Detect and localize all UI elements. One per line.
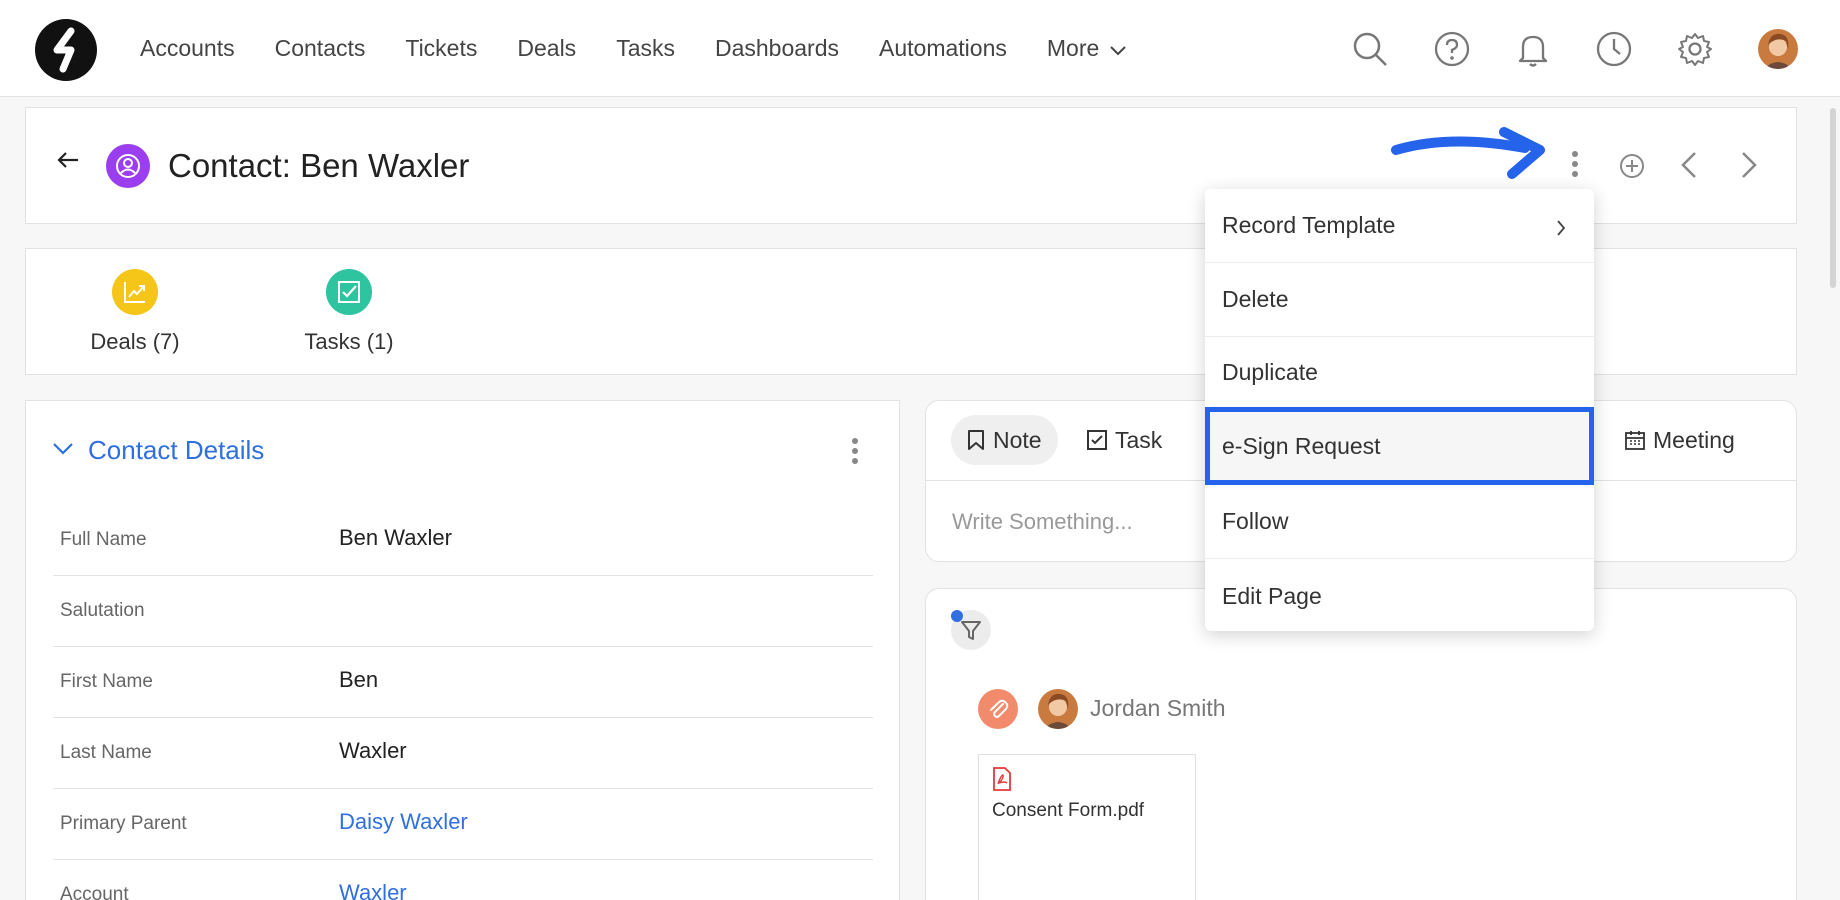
menu-item-label: Delete [1222, 286, 1289, 312]
field-primary-parent: Primary Parent Daisy Waxler [53, 789, 873, 860]
note-input[interactable]: Write Something... [952, 509, 1133, 535]
clock-icon[interactable] [1595, 30, 1633, 68]
nav-accounts[interactable]: Accounts [140, 35, 235, 62]
timeline-user-name[interactable]: Jordan Smith [1090, 695, 1226, 722]
tab-task[interactable]: Task [1071, 415, 1178, 465]
field-label: Account [60, 884, 129, 900]
related-deals-label: Deals (7) [90, 329, 180, 354]
menu-item-edit-page[interactable]: Edit Page [1205, 559, 1594, 633]
pdf-icon [993, 767, 1011, 791]
menu-item-follow[interactable]: Follow [1205, 485, 1594, 559]
nav-tickets[interactable]: Tickets [405, 35, 477, 62]
page-title: Contact: Ben Waxler [168, 147, 470, 184]
menu-item-record-template[interactable]: Record Template [1205, 189, 1594, 263]
menu-item-label: Record Template [1222, 212, 1396, 238]
field-label: Last Name [60, 742, 152, 763]
field-full-name: Full Name Ben Waxler [53, 505, 873, 576]
file-name: Consent Form.pdf [992, 800, 1145, 821]
tab-meeting-label: Meeting [1653, 426, 1735, 453]
file-attachment-card[interactable]: Consent Form.pdf [978, 754, 1196, 900]
field-first-name: First Name Ben [53, 647, 873, 718]
menu-item-delete[interactable]: Delete [1205, 263, 1594, 337]
avatar[interactable] [1758, 29, 1798, 69]
menu-item-label: Duplicate [1222, 359, 1318, 385]
contact-details-panel: Contact Details Full Name Ben Waxler Sal… [25, 400, 900, 900]
back-arrow-icon[interactable] [56, 150, 80, 175]
top-navigation: Accounts Contacts Tickets Deals Tasks Da… [0, 0, 1840, 97]
app-logo[interactable] [35, 19, 97, 81]
contact-icon [106, 144, 150, 188]
section-title: Contact Details [88, 435, 265, 465]
calendar-icon [1625, 431, 1645, 450]
contact-details-toggle[interactable]: Contact Details [52, 435, 264, 466]
tab-note[interactable]: Note [951, 415, 1058, 465]
field-last-name: Last Name Waxler [53, 718, 873, 789]
field-value: Waxler [339, 738, 407, 763]
chevron-right-icon [1556, 216, 1566, 243]
tab-note-label: Note [993, 426, 1042, 453]
more-vertical-icon[interactable] [1571, 150, 1579, 183]
menu-item-esign-request[interactable]: e-Sign Request [1205, 407, 1594, 485]
related-tasks[interactable]: Tasks (1) [269, 269, 429, 355]
gear-icon[interactable] [1676, 30, 1714, 68]
more-vertical-icon[interactable] [851, 437, 859, 470]
paperclip-icon [978, 689, 1018, 729]
nav-more-label: More [1046, 35, 1100, 61]
bookmark-icon [968, 430, 984, 450]
chevron-down-icon [1109, 35, 1127, 62]
menu-item-duplicate[interactable]: Duplicate [1205, 336, 1594, 410]
nav-more[interactable]: More [1047, 35, 1127, 62]
help-icon[interactable] [1433, 30, 1471, 68]
tab-meeting[interactable]: Meeting [1609, 415, 1751, 465]
menu-item-label: Follow [1222, 508, 1289, 534]
primary-parent-link[interactable]: Daisy Waxler [339, 809, 468, 835]
field-value: Ben [339, 667, 379, 692]
chevron-down-icon [52, 441, 74, 460]
chart-icon [112, 269, 158, 315]
add-circle-icon[interactable] [1619, 153, 1645, 184]
nav-contacts[interactable]: Contacts [275, 35, 366, 62]
search-icon[interactable] [1351, 30, 1389, 68]
account-link[interactable]: Waxler [339, 880, 407, 900]
next-record-icon[interactable] [1740, 151, 1758, 184]
field-label: Primary Parent [60, 813, 187, 834]
nav-automations[interactable]: Automations [879, 35, 1007, 62]
menu-item-label: Edit Page [1222, 582, 1322, 609]
bell-icon[interactable] [1514, 30, 1552, 68]
nav-tasks[interactable]: Tasks [616, 35, 675, 62]
nav-deals[interactable]: Deals [517, 35, 576, 62]
field-value: Ben Waxler [339, 525, 452, 550]
related-deals[interactable]: Deals (7) [55, 269, 215, 355]
nav-dashboards[interactable]: Dashboards [715, 35, 839, 62]
page-scrollbar[interactable] [1830, 108, 1836, 288]
record-actions-menu: Record Template Delete Duplicate e-Sign … [1205, 189, 1594, 631]
filter-active-indicator [951, 610, 963, 622]
checkbox-icon [1087, 430, 1107, 450]
field-label: Salutation [60, 600, 145, 621]
avatar [1038, 689, 1078, 729]
check-icon [326, 269, 372, 315]
field-label: Full Name [60, 529, 147, 550]
activity-timeline: Jordan Smith Consent Form.pdf [925, 588, 1797, 900]
tab-task-label: Task [1115, 426, 1163, 453]
previous-record-icon[interactable] [1680, 151, 1698, 184]
field-account: Account Waxler [53, 860, 873, 900]
menu-item-label: e-Sign Request [1222, 432, 1381, 459]
field-salutation: Salutation [53, 576, 873, 647]
annotation-arrow-icon [1390, 126, 1560, 191]
related-tasks-label: Tasks (1) [304, 329, 394, 354]
field-label: First Name [60, 671, 153, 692]
